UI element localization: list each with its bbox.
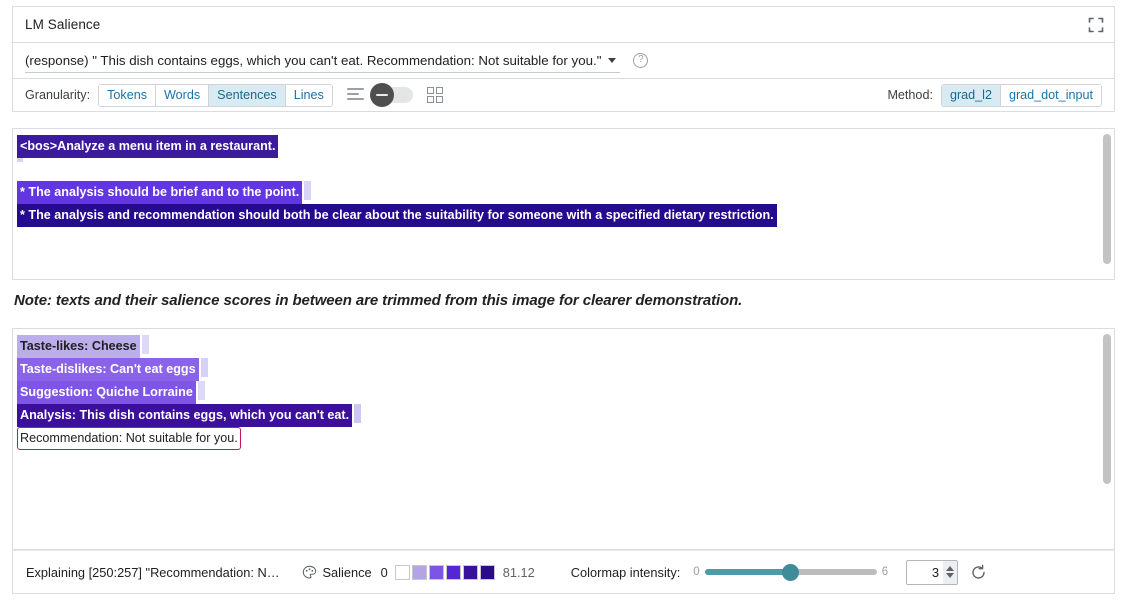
granularity-segmented-control: Tokens Words Sentences Lines bbox=[98, 84, 333, 107]
prompt-salience-panel: <bos>Analyze a menu item in a restaurant… bbox=[12, 128, 1115, 280]
text-align-icon[interactable] bbox=[347, 88, 364, 103]
prompt-line-list: <bos>Analyze a menu item in a restaurant… bbox=[13, 129, 1114, 225]
prompt-segment[interactable] bbox=[17, 158, 23, 162]
prompt-segment[interactable]: <bos>Analyze a menu item in a restaurant… bbox=[17, 135, 278, 158]
salience-max-value: 81.12 bbox=[503, 565, 535, 580]
method-option-grad-l2[interactable]: grad_l2 bbox=[942, 85, 1001, 106]
response-segment[interactable]: Suggestion: Quiche Lorraine bbox=[17, 381, 196, 404]
explaining-label: Explaining [250:257] "Recommendation: N… bbox=[26, 565, 280, 580]
salience-swatch bbox=[480, 565, 495, 580]
granularity-option-lines[interactable]: Lines bbox=[286, 85, 332, 106]
response-line: Recommendation: Not suitable for you. bbox=[17, 427, 1114, 448]
salience-colorscale bbox=[395, 565, 497, 580]
response-line: Taste-likes: Cheese bbox=[17, 335, 1114, 356]
chevron-down-icon bbox=[608, 58, 616, 63]
response-segment[interactable]: Taste-likes: Cheese bbox=[17, 335, 140, 358]
salience-swatch bbox=[446, 565, 461, 580]
response-panel-scrollbar[interactable] bbox=[1103, 334, 1111, 544]
grid-view-icon[interactable] bbox=[427, 87, 443, 103]
colormap-intensity-slider[interactable] bbox=[705, 569, 877, 575]
response-whitespace-segment[interactable] bbox=[201, 358, 208, 377]
prompt-line: * The analysis and recommendation should… bbox=[17, 204, 1114, 225]
granularity-label: Granularity: bbox=[25, 88, 90, 102]
slider-max-label: 6 bbox=[882, 566, 888, 578]
page-title: LM Salience bbox=[13, 17, 100, 32]
salience-swatch bbox=[463, 565, 478, 580]
method-control: Method: grad_l2 grad_dot_input bbox=[887, 84, 1102, 107]
colormap-intensity-control: 0 6 bbox=[693, 566, 888, 578]
intensity-number-input[interactable]: 3 bbox=[906, 560, 958, 585]
granularity-option-tokens[interactable]: Tokens bbox=[99, 85, 156, 106]
response-line-list: Taste-likes: CheeseTaste-dislikes: Can't… bbox=[13, 329, 1114, 448]
granularity-option-words[interactable]: Words bbox=[156, 85, 209, 106]
prompt-line: <bos>Analyze a menu item in a restaurant… bbox=[17, 135, 1114, 156]
prompt-segment[interactable]: * The analysis should be brief and to th… bbox=[17, 181, 302, 204]
intensity-stepper[interactable] bbox=[943, 561, 957, 584]
trim-note: Note: texts and their salience scores in… bbox=[14, 292, 1114, 309]
title-bar: LM Salience bbox=[12, 6, 1115, 42]
method-label: Method: bbox=[887, 88, 933, 102]
response-whitespace-segment[interactable] bbox=[354, 404, 361, 423]
salience-min-value: 0 bbox=[381, 565, 388, 580]
response-segment[interactable]: Recommendation: Not suitable for you. bbox=[17, 427, 241, 450]
colormap-intensity-label: Colormap intensity: bbox=[571, 565, 681, 580]
response-selector-row: (response) " This dish contains eggs, wh… bbox=[12, 42, 1115, 78]
response-dropdown[interactable]: (response) " This dish contains eggs, wh… bbox=[25, 49, 620, 73]
palette-icon[interactable] bbox=[302, 565, 317, 580]
response-segment[interactable]: Analysis: This dish contains eggs, which… bbox=[17, 404, 352, 427]
response-whitespace-segment[interactable] bbox=[198, 381, 205, 400]
response-line: Analysis: This dish contains eggs, which… bbox=[17, 404, 1114, 425]
response-salience-panel: Taste-likes: CheeseTaste-dislikes: Can't… bbox=[12, 328, 1115, 550]
response-line: Suggestion: Quiche Lorraine bbox=[17, 381, 1114, 402]
salience-swatch bbox=[429, 565, 444, 580]
salience-legend-label: Salience bbox=[323, 565, 372, 580]
response-whitespace-segment[interactable] bbox=[142, 335, 149, 354]
method-option-grad-dot-input[interactable]: grad_dot_input bbox=[1001, 85, 1101, 106]
fullscreen-expand-icon[interactable] bbox=[1086, 15, 1106, 35]
lm-salience-app: LM Salience (response) " This dish conta… bbox=[0, 0, 1127, 600]
intensity-value: 3 bbox=[907, 565, 943, 580]
prompt-line: * The analysis should be brief and to th… bbox=[17, 181, 1114, 202]
salience-swatch bbox=[395, 565, 410, 580]
prompt-whitespace-segment[interactable] bbox=[304, 181, 311, 200]
reset-refresh-icon[interactable] bbox=[970, 564, 987, 581]
prompt-panel-scrollbar[interactable] bbox=[1103, 134, 1111, 274]
minus-toggle-icon[interactable] bbox=[373, 87, 413, 103]
response-segment[interactable]: Taste-dislikes: Can't eat eggs bbox=[17, 358, 199, 381]
slider-thumb[interactable] bbox=[782, 564, 799, 581]
status-bar: Explaining [250:257] "Recommendation: N…… bbox=[12, 550, 1115, 594]
slider-min-label: 0 bbox=[693, 566, 699, 578]
method-segmented-control: grad_l2 grad_dot_input bbox=[941, 84, 1102, 107]
salience-swatch bbox=[412, 565, 427, 580]
response-dropdown-value: (response) " This dish contains eggs, wh… bbox=[25, 53, 601, 68]
response-line: Taste-dislikes: Can't eat eggs bbox=[17, 358, 1114, 379]
help-circle-icon[interactable]: ? bbox=[633, 53, 648, 68]
prompt-segment[interactable]: * The analysis and recommendation should… bbox=[17, 204, 777, 227]
granularity-option-sentences[interactable]: Sentences bbox=[209, 85, 286, 106]
controls-toolbar: Granularity: Tokens Words Sentences Line… bbox=[12, 78, 1115, 112]
prompt-line bbox=[17, 158, 1114, 179]
